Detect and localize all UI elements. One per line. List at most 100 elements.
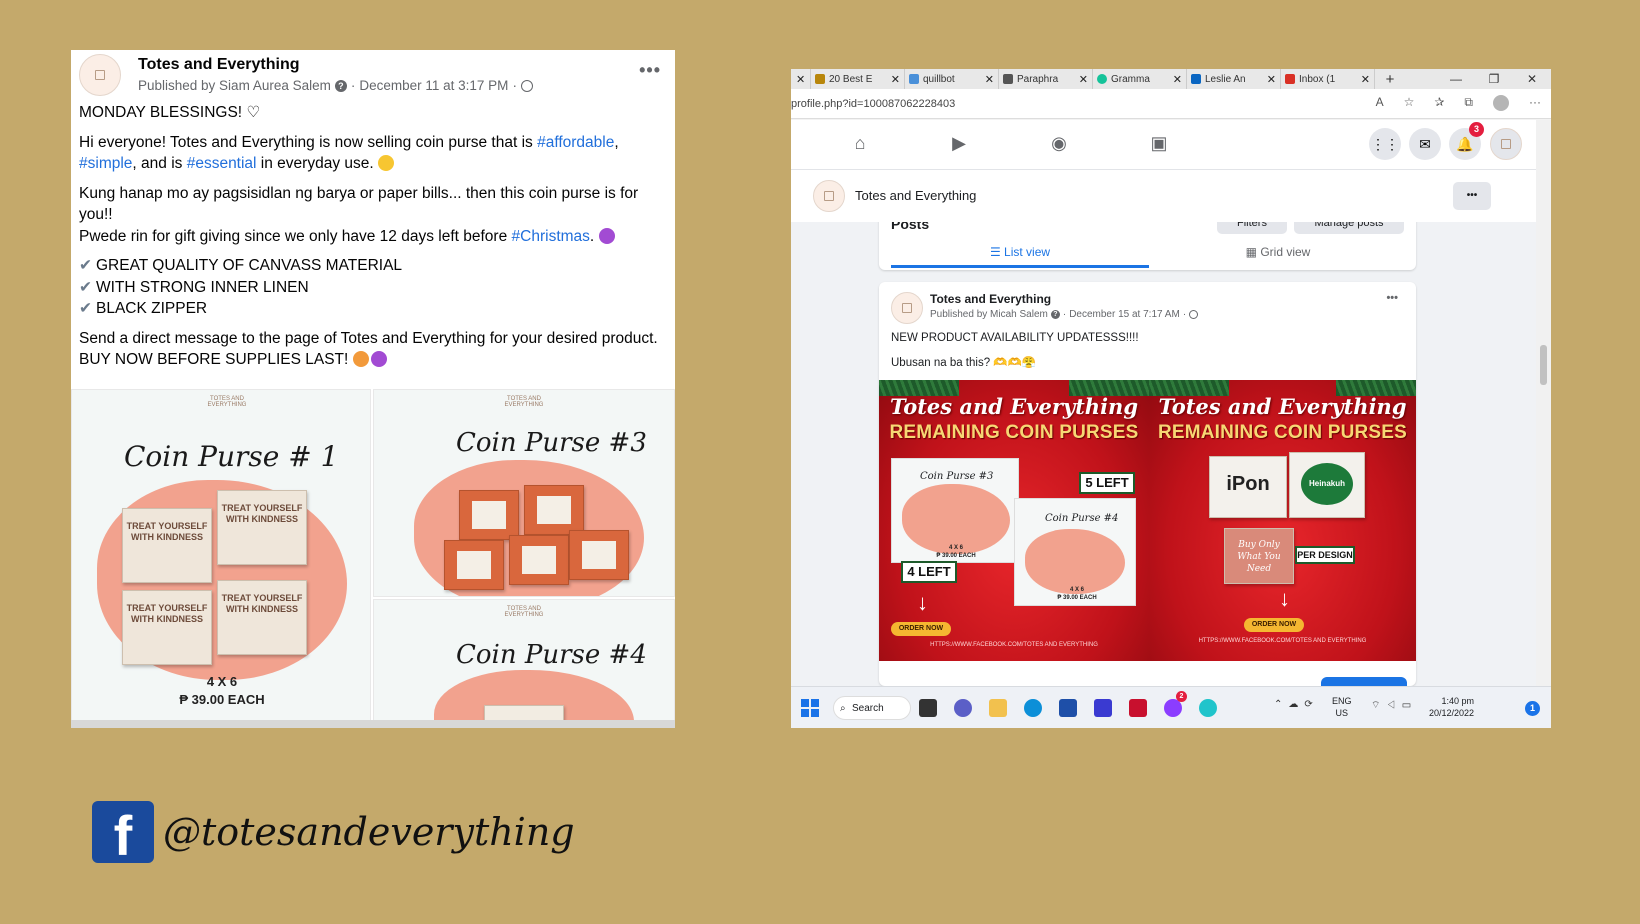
page-name[interactable]: Totes and Everything [138,56,300,74]
page-avatar[interactable] [813,180,845,212]
messenger-icon[interactable]: ✉ [1409,128,1441,160]
windows-start-icon[interactable] [801,699,819,717]
hashtag-essential[interactable]: #essential [187,155,257,172]
post-date[interactable]: December 11 at 3:17 PM [359,78,508,93]
help-icon[interactable]: ? [1050,310,1060,319]
card-size: 4 X 6 [1069,587,1084,593]
network-volume-battery-icons[interactable]: ⌔◁▭ [1371,699,1417,712]
task-view-icon[interactable] [919,699,937,717]
page-scrollbar[interactable] [1536,120,1551,686]
chat-icon[interactable] [954,699,972,717]
globe-icon [520,79,533,92]
app-icon[interactable] [1094,699,1112,717]
favorite-star-icon[interactable]: ☆ [1404,95,1415,111]
address-bar[interactable]: profile.php?id=100087062228403 A ☆ ✰ ⧉ ·… [791,89,1551,119]
close-icon[interactable]: ✕ [891,73,900,86]
close-icon[interactable]: ✕ [1079,73,1088,86]
coin-purse-3-image[interactable]: TOTES AND EVERYTHING Coin Purse #3 [373,389,675,597]
floating-action-button[interactable] [1321,677,1407,686]
tab-list-view[interactable]: ☰ List view [891,238,1149,268]
region-code: US [1335,708,1349,718]
new-tab-button[interactable]: + [1375,69,1405,89]
order-now-button[interactable]: ORDER NOW [891,622,951,636]
browser-tab[interactable]: Gramma ✕ [1093,69,1187,89]
close-window-button[interactable]: ✕ [1513,72,1551,86]
promo-image-1[interactable]: Totes and Everything REMAINING COIN PURS… [879,380,1149,661]
post-page-name[interactable]: Totes and Everything [930,292,1051,306]
system-tray-icons[interactable]: ⌃☁⟳ [1274,699,1319,710]
facebook-handle: @totesandeverything [163,810,575,854]
browser-tab[interactable]: Inbox (1 ✕ [1281,69,1375,89]
manage-posts-button[interactable]: Manage posts [1294,222,1404,234]
close-icon[interactable]: ✕ [1267,73,1276,86]
clock[interactable]: 1:40 pm 20/12/2022 [1424,695,1474,719]
post-date[interactable]: December 15 at 7:17 AM [1069,309,1180,320]
pages-icon[interactable]: ▣ [1148,133,1170,155]
canva-icon[interactable] [1199,699,1217,717]
ipon-pouch: iPon [1209,456,1287,518]
close-icon[interactable]: ✕ [1173,73,1182,86]
post-avatar[interactable] [891,292,923,324]
promo-url: HTTPS://WWW.FACEBOOK.COM/TOTES AND EVERY… [930,642,1098,648]
pouch-image [459,490,519,540]
menu-grid-icon[interactable]: ⋮⋮ [1369,128,1401,160]
bag-logo-icon [95,70,105,80]
promo-image-2[interactable]: Totes and Everything REMAINING COIN PURS… [1149,380,1416,661]
read-aloud-icon[interactable]: A [1376,95,1384,111]
hashtag-christmas[interactable]: #Christmas [512,228,590,245]
tab-label: Paraphra [1017,73,1059,85]
browser-tab[interactable]: 20 Best E ✕ [811,69,905,89]
mcafee-icon[interactable] [1129,699,1147,717]
post-line-1: NEW PRODUCT AVAILABILITY UPDATESSS!!!! [891,332,1139,344]
minimize-button[interactable]: — [1437,72,1475,86]
post-more-icon[interactable]: ••• [1386,292,1398,304]
page-name[interactable]: Totes and Everything [855,188,976,203]
coin-purse-1-image[interactable]: TOTES AND EVERYTHING Coin Purse # 1 TREA… [71,389,371,728]
browser-tab[interactable]: Leslie An ✕ [1187,69,1281,89]
post-image-grid[interactable]: TOTES AND EVERYTHING Coin Purse # 1 TREA… [71,389,675,728]
profile-icon[interactable] [1493,95,1509,111]
windows-taskbar: ⌕ Search 2 ⌃☁⟳ ENG US ⌔◁▭ 1:40 pm 20/12/202… [791,686,1551,728]
scrollbar-thumb[interactable] [1540,345,1547,385]
tile-title: Coin Purse #3 [456,428,647,458]
url-text[interactable]: profile.php?id=100087062228403 [791,98,955,110]
favorites-icon[interactable]: ✰ [1434,95,1444,111]
coin-purse-4-image[interactable]: TOTES AND EVERYTHING Coin Purse #4 [373,599,675,728]
language-indicator[interactable]: ENG US [1332,695,1352,719]
hashtag-simple[interactable]: #simple [79,155,132,172]
edge-icon[interactable] [1024,699,1042,717]
settings-more-icon[interactable]: ··· [1529,95,1541,111]
close-icon[interactable]: ✕ [1361,73,1370,86]
pouch-image: TREAT YOURSELF WITH KINDNESS [217,490,307,565]
more-options-icon[interactable]: ••• [639,60,661,81]
filters-button[interactable]: Filters [1217,222,1287,234]
store-icon[interactable] [1059,699,1077,717]
page-avatar[interactable] [79,54,121,96]
browser-tab[interactable]: Paraphra ✕ [999,69,1093,89]
notification-center-badge[interactable]: 1 [1525,701,1540,716]
close-tab-button[interactable]: ✕ [791,69,811,89]
paint-splash [902,484,1010,554]
hashtag-affordable[interactable]: #affordable [537,134,614,151]
watch-icon[interactable]: ▶ [948,133,970,155]
tab-label: Inbox (1 [1299,73,1336,85]
home-icon[interactable]: ⌂ [849,133,871,155]
collections-icon[interactable]: ⧉ [1464,95,1473,111]
close-icon[interactable]: ✕ [985,73,994,86]
help-icon[interactable]: ? [334,79,347,92]
date: 20/12/2022 [1428,708,1474,718]
tab-grid-view[interactable]: ▦ Grid view [1149,238,1407,268]
feature-item: ✔ BLACK ZIPPER [79,300,207,317]
taskbar-search[interactable]: ⌕ Search [833,696,911,720]
order-now-button[interactable]: ORDER NOW [1244,618,1304,632]
file-explorer-icon[interactable] [989,699,1007,717]
maximize-button[interactable]: ❐ [1475,72,1513,86]
bag-logo-icon [1501,139,1511,149]
per-design-tag: PER DESIGN [1295,546,1355,564]
browser-tab[interactable]: quillbot ✕ [905,69,999,89]
ipon-label: iPon [1226,473,1270,495]
groups-icon[interactable]: ◉ [1048,133,1070,155]
coin-purse-3-card: Coin Purse #3 4 X 6 ₱ 39.00 EACH [891,458,1019,563]
account-avatar[interactable] [1490,128,1522,160]
more-options-button[interactable]: ••• [1453,182,1491,210]
